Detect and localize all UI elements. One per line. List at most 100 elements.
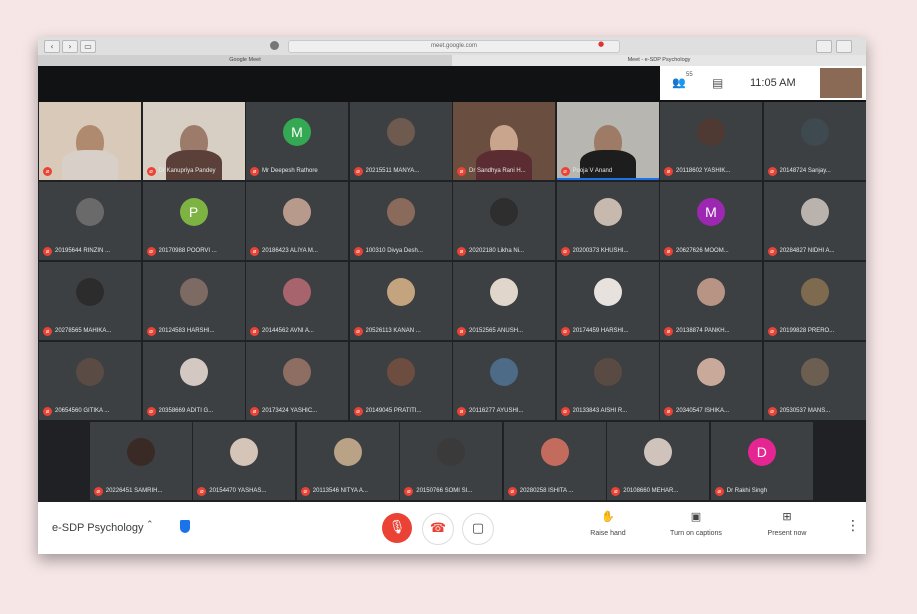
participant-tile[interactable]: ⌀ 20340547 ISHIKA...: [660, 342, 762, 420]
participant-name: 20215511 MANYA...: [365, 168, 420, 174]
mic-muted-icon: ⌀: [300, 487, 310, 496]
participant-tile[interactable]: ⌀ 20199828 PRERO...: [763, 262, 866, 340]
participant-tile[interactable]: ⌀ 20226451 SAMRIH...: [89, 422, 192, 500]
participant-name: Dr Rakhi Singh: [726, 488, 768, 494]
participant-tile[interactable]: ⌀ 20150766 SOMI SI...: [400, 422, 503, 500]
tabs-overview-icon[interactable]: [836, 40, 852, 53]
raise-hand-button[interactable]: ✋ Raise hand: [573, 510, 643, 537]
participant-tile[interactable]: ⌀ 20108660 MEHAR...: [607, 422, 710, 500]
photo-avatar: [76, 197, 104, 226]
mic-off-button[interactable]: 🎙: [382, 513, 412, 543]
mic-muted-icon: ⌀: [353, 327, 363, 336]
participant-tile[interactable]: ⌀ 20173424 YASHIC...: [246, 342, 348, 420]
participant-tile[interactable]: ⌀ 100310 Divya Desh...: [349, 182, 452, 260]
meeting-name[interactable]: e-SDP Psychology: [52, 522, 144, 534]
tab-google-meet[interactable]: Google Meet: [38, 55, 452, 66]
participant-tile[interactable]: ⌀ 20124583 HARSHI...: [142, 262, 245, 340]
participant-name: 20226451 SAMRIH...: [105, 488, 163, 494]
participant-tile[interactable]: ⌀ 20149045 PRATITI...: [349, 342, 452, 420]
meet-top-controls: 👥 55 ▤ 11:05 AM: [660, 66, 866, 100]
participant-tile[interactable]: ⌀ 20174459 HARSHI...: [556, 262, 659, 340]
participant-tile[interactable]: ⌀ 20116277 AYUSHI...: [453, 342, 555, 420]
forward-button[interactable]: ›: [62, 40, 78, 53]
participant-tile[interactable]: ⌀ 20152565 ANUSH...: [453, 262, 555, 340]
tab-meet-session[interactable]: Meet - e-SDP Psychology: [452, 55, 866, 66]
participant-name: 20200373 KHUSHI...: [572, 248, 629, 254]
photo-avatar: [126, 437, 155, 466]
privacy-shield-icon[interactable]: [270, 41, 279, 50]
mic-muted-icon: ⌀: [507, 487, 517, 496]
photo-avatar: [490, 357, 518, 386]
people-icon[interactable]: 👥: [672, 76, 686, 89]
chat-icon[interactable]: ▤: [712, 76, 723, 90]
participant-tile[interactable]: ⌀ 20215511 MANYA...: [349, 102, 452, 180]
participant-tile[interactable]: P ⌀ 20170988 POORVI ...: [142, 182, 245, 260]
more-options-icon[interactable]: ⋮: [846, 518, 860, 534]
participant-name: 20138874 PANKH...: [676, 328, 730, 334]
participant-tile[interactable]: ⌀ 20144562 AVNI A...: [246, 262, 348, 340]
participant-video: [39, 102, 141, 180]
letter-avatar: M: [697, 197, 725, 226]
share-icon[interactable]: [816, 40, 832, 53]
participant-name: Dr Kanupriya Pandey: [158, 168, 216, 174]
participant-tile[interactable]: ⌀ 20654560 GITIKA ...: [39, 342, 141, 420]
participant-tile[interactable]: ⌀ 20195644 RINZIN ...: [39, 182, 141, 260]
back-button[interactable]: ‹: [44, 40, 60, 53]
participant-tile[interactable]: ⌀ 20530537 MANS...: [763, 342, 866, 420]
camera-button[interactable]: ▢: [462, 513, 494, 545]
active-speaker-bar: [556, 178, 659, 180]
participant-name: 20150766 SOMI SI...: [416, 488, 473, 494]
captions-icon: ▣: [690, 510, 702, 523]
participant-tile[interactable]: ⌀ 20202180 Likha Ni...: [453, 182, 555, 260]
mic-muted-icon: ⌀: [93, 487, 103, 496]
captions-label: Turn on captions: [670, 530, 722, 537]
chevron-up-icon[interactable]: ⌃: [146, 520, 154, 530]
participant-name: 20133843 AISHI R...: [572, 408, 628, 414]
participant-tile[interactable]: ⌀ 20200373 KHUSHI...: [556, 182, 659, 260]
participant-name: 20340547 ISHIKA...: [676, 408, 730, 414]
clock-time: 11:05 AM: [750, 77, 796, 89]
participant-tile[interactable]: ⌀ 20186423 ALIYA M...: [246, 182, 348, 260]
mic-muted-icon: ⌀: [560, 247, 570, 256]
participant-tile[interactable]: D ⌀ Dr Rakhi Singh: [710, 422, 813, 500]
mic-muted-icon: ⌀: [767, 327, 777, 336]
photo-avatar: [800, 197, 829, 226]
mic-muted-icon: ⌀: [664, 247, 673, 256]
photo-avatar: [644, 437, 673, 466]
participant-tile[interactable]: ⌀: [39, 102, 141, 180]
participant-tile[interactable]: ⌀ Dr Sandhya Rani H...: [453, 102, 555, 180]
participant-tile[interactable]: ⌀ 20138874 PANKH...: [660, 262, 762, 340]
participant-tile[interactable]: ⌀ 20133843 AISHI R...: [556, 342, 659, 420]
participant-body: [62, 150, 118, 180]
end-call-button[interactable]: ☎: [422, 513, 454, 545]
address-bar[interactable]: meet.google.com: [288, 40, 620, 53]
photo-avatar: [593, 277, 622, 306]
participant-tile[interactable]: ⌀ 20358669 ADITI G...: [142, 342, 245, 420]
participant-tile[interactable]: ⌀ 20113546 NITYA A...: [296, 422, 399, 500]
participant-tile[interactable]: ⌀ 20280258 ISHITA ...: [503, 422, 606, 500]
participant-tile[interactable]: ⌀ 20526113 KANAN ...: [349, 262, 452, 340]
participant-tile[interactable]: ⌀ 20284827 NIDHI A...: [763, 182, 866, 260]
captions-button[interactable]: ▣ Turn on captions: [661, 510, 731, 537]
participant-tile[interactable]: M ⌀ Mr Deepesh Rathore: [246, 102, 348, 180]
nav-buttons: ‹ › ▭: [44, 40, 96, 53]
photo-avatar: [386, 357, 415, 386]
participant-tile[interactable]: ⌀ 20278565 MAHIKA...: [39, 262, 141, 340]
participant-name: 20654560 GITIKA ...: [55, 408, 110, 414]
participant-tile[interactable]: ⌀ Pooja V Anand: [556, 102, 659, 180]
participant-tile[interactable]: ⌀ 20118602 YASHIK...: [660, 102, 762, 180]
self-view-thumbnail[interactable]: [820, 68, 862, 98]
mic-muted-icon: ⌀: [146, 327, 156, 336]
present-now-button[interactable]: ⊞ Present now: [752, 510, 822, 537]
participant-tile[interactable]: ⌀ 20148724 Sanjay...: [763, 102, 866, 180]
participant-name: 20280258 ISHITA ...: [519, 488, 574, 494]
sidebar-toggle-icon[interactable]: ▭: [80, 40, 96, 53]
participant-tile[interactable]: ⌀ Dr Kanupriya Pandey: [142, 102, 245, 180]
host-controls-shield-icon[interactable]: [180, 520, 190, 533]
participant-tile[interactable]: M ⌀ 20627626 MOOM...: [660, 182, 762, 260]
participant-tile[interactable]: ⌀ 20154470 YASHAS...: [193, 422, 296, 500]
mic-muted-icon: ⌀: [250, 327, 259, 336]
mic-muted-icon: ⌀: [457, 407, 466, 416]
mic-muted-icon: ⌀: [767, 247, 777, 256]
photo-avatar: [800, 277, 829, 306]
